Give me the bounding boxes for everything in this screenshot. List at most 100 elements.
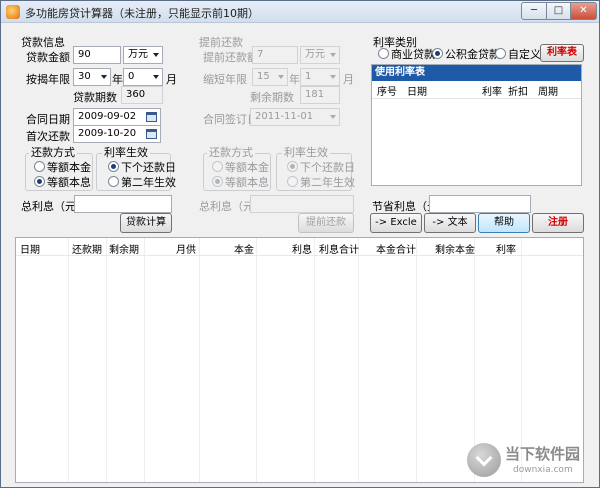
grid-divider [199,238,200,482]
prepay-repay-equal-installment-label: 等额本息 [225,176,269,189]
grid-divider [68,238,69,482]
help-button[interactable]: 帮助 [478,213,530,233]
loan-months-select[interactable]: 0 [123,68,163,86]
loan-repay-equal-principal-radio[interactable] [34,161,45,172]
prepay-shorten-months-value: 1 [305,71,312,82]
col-remaining-periods: 剩余期 [109,245,139,256]
rate-col-date: 日期 [407,87,427,98]
arrow-down-icon [475,449,493,467]
prepay-button[interactable]: 提前还款 [298,213,354,233]
loan-years-select[interactable]: 30 [73,68,111,86]
loan-month-unit: 月 [166,73,177,86]
loan-calculate-button[interactable]: 贷款计算 [120,213,172,233]
rate-fund-radio[interactable] [432,48,443,59]
col-date: 日期 [20,245,40,256]
loan-periods-field: 360 [121,86,163,104]
rate-commercial-label: 商业贷款 [391,48,435,61]
chevron-down-icon [153,75,159,79]
col-monthly-payment: 月供 [176,245,196,256]
rate-table-button[interactable]: 利率表 [540,44,584,62]
chevron-down-icon [330,53,336,57]
loan-amount-unit-value: 万元 [128,49,148,60]
grid-divider [256,238,257,482]
prepay-rate-second-year-label: 第二年生效 [300,176,355,189]
minimize-button[interactable]: ─ [521,2,547,20]
col-remaining-principal: 剩余本金 [435,245,475,256]
first-payment-date-value: 2009-10-20 [78,128,137,139]
loan-years-label: 按揭年限 [26,73,70,86]
loan-months-value: 0 [128,71,135,82]
rate-fund-label: 公积金贷款 [445,48,500,61]
loan-rate-second-year-label: 第二年生效 [121,176,176,189]
col-interest: 利息 [292,245,312,256]
main-window: 多功能房贷计算器（未注册，只能显示前10期） ─ □ ✕ 贷款信息 贷款金额 9… [0,0,600,488]
prepay-amount-unit-value: 万元 [305,49,325,60]
loan-rate-next-payment-radio[interactable] [108,161,119,172]
rate-col-index: 序号 [377,87,397,98]
first-payment-date-picker[interactable]: 2009-10-20 [73,125,161,143]
watermark-name: 当下软件园 [505,445,581,463]
col-interest-total: 利息合计 [319,245,359,256]
loan-repay-equal-installment-label: 等额本息 [47,176,91,189]
prepay-total-interest-field [250,195,354,213]
col-rate: 利率 [496,245,516,256]
prepay-remain-field: 181 [300,86,340,104]
register-button[interactable]: 注册 [532,213,584,233]
col-principal: 本金 [234,245,254,256]
export-text-button[interactable]: -> 文本 [424,213,476,233]
prepay-shorten-years-value: 15 [257,71,270,82]
loan-amount-unit-select[interactable]: 万元 [123,46,163,64]
close-button[interactable]: ✕ [571,2,597,20]
prepay-repay-equal-installment-radio[interactable] [212,176,223,187]
loan-rate-second-year-radio[interactable] [108,176,119,187]
rate-table-header: 序号 日期 利率 折扣 周期 [372,81,581,99]
loan-amount-input[interactable]: 90 [73,46,121,64]
chevron-down-icon [101,75,107,79]
prepay-amount-input[interactable]: 7 [252,46,298,64]
grid-divider [416,238,417,482]
savings-field [429,195,531,213]
title-bar: 多功能房贷计算器（未注册，只能显示前10期） ─ □ ✕ [1,1,599,23]
grid-divider [358,238,359,482]
prepay-amount-unit-select[interactable]: 万元 [300,46,340,64]
watermark-url: downxia.com [513,465,573,475]
rate-col-discount: 折扣 [508,87,528,98]
prepay-rate-effect-title: 利率生效 [282,144,330,160]
rate-custom-label: 自定义 [508,48,541,61]
loan-repay-equal-installment-radio[interactable] [34,176,45,187]
chevron-down-icon [330,75,336,79]
prepay-shorten-label: 缩短年限 [203,73,247,86]
prepay-month-unit: 月 [343,73,354,86]
export-excel-button[interactable]: -> Excle [370,213,422,233]
calendar-icon [146,129,157,139]
chevron-down-icon [330,115,336,119]
maximize-button[interactable]: □ [547,2,571,20]
prepay-rate-next-payment-radio[interactable] [287,161,298,172]
prepay-shorten-months-select[interactable]: 1 [300,68,340,86]
loan-rate-effect-title: 利率生效 [102,144,150,160]
loan-repay-method-title: 还款方式 [29,144,77,160]
rate-commercial-radio[interactable] [378,48,389,59]
site-watermark: 当下软件园 downxia.com [467,441,585,483]
prepay-shorten-years-select[interactable]: 15 [252,68,288,86]
contract-date-value: 2009-09-02 [78,111,137,122]
prepay-repay-equal-principal-radio[interactable] [212,161,223,172]
chevron-down-icon [153,53,159,57]
loan-years-value: 30 [78,71,91,82]
prepay-repay-equal-principal-label: 等额本金 [225,161,269,174]
rate-table[interactable]: 使用利率表 序号 日期 利率 折扣 周期 [371,64,582,186]
rate-custom-radio[interactable] [495,48,506,59]
prepay-repay-method-title: 还款方式 [207,144,255,160]
prepay-rate-second-year-radio[interactable] [287,176,298,187]
prepay-amount-label: 提前还款额 [203,51,258,64]
contract-date-picker[interactable]: 2009-09-02 [73,108,161,126]
app-icon [6,5,20,19]
loan-total-interest-field [74,195,172,213]
rate-col-rate: 利率 [482,87,502,98]
col-principal-total: 本金合计 [376,245,416,256]
prepay-sign-date-picker[interactable]: 2011-11-01 [250,108,340,126]
contract-date-label: 合同日期 [26,113,70,126]
window-title: 多功能房贷计算器（未注册，只能显示前10期） [25,7,259,20]
rate-col-cycle: 周期 [538,87,558,98]
loan-amount-label: 贷款金额 [26,51,70,64]
